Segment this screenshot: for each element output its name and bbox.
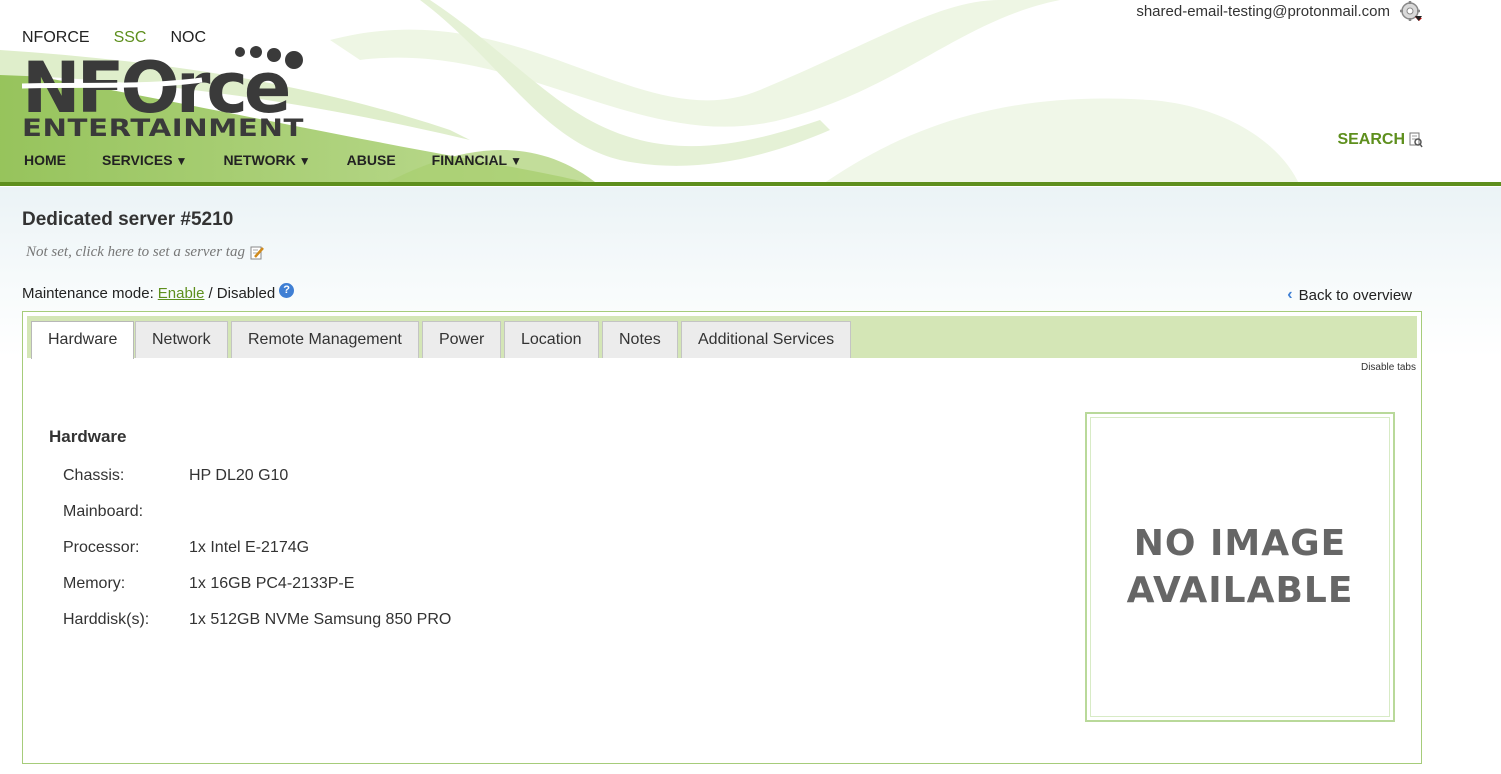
placeholder-frame: NO IMAGE AVAILABLE [1090,417,1390,717]
server-tag-editor[interactable]: Not set, click here to set a server tag [26,244,265,261]
hardware-label: Mainboard: [63,503,144,520]
nav-financial[interactable]: FINANCIAL ▼ [432,152,522,168]
maintenance-enable-link[interactable]: Enable [158,285,205,302]
top-site-links: NFORCE SSC NOC [22,29,206,47]
main-navigation: HOME SERVICES ▼ NETWORK ▼ ABUSE FINANCIAL ▼ [24,152,558,168]
hardware-value: 1x Intel E-2174G [189,539,310,556]
search-label: SEARCH [1337,131,1405,148]
hardware-value: 1x 16GB PC4-2133P-E [189,575,355,592]
hardware-section-title: Hardware [49,427,127,446]
maintenance-label: Maintenance mode: [22,285,154,302]
caret-down-icon: ▼ [298,154,311,168]
tab-additional-services[interactable]: Additional Services [681,321,852,358]
no-image-line1: NO IMAGE [1133,523,1347,564]
hardware-label: Chassis: [63,467,125,484]
top-link-ssc[interactable]: SSC [114,29,147,47]
hardware-label: Processor: [63,539,140,556]
hardware-value: HP DL20 G10 [189,467,289,484]
edit-pencil-icon [250,246,264,260]
hardware-row-chassis: Chassis: HP DL20 G10 [63,467,288,485]
tab-notes[interactable]: Notes [602,321,678,358]
settings-gear-icon[interactable] [1398,0,1424,24]
tab-hardware[interactable]: Hardware [31,321,135,359]
nav-financial-label: FINANCIAL [431,152,508,168]
nav-home[interactable]: HOME [24,152,66,168]
tab-power[interactable]: Power [422,321,502,358]
disable-tabs-link[interactable]: Disable tabs [1361,362,1416,373]
tab-location[interactable]: Location [504,321,599,358]
hardware-row-memory: Memory: 1x 16GB PC4-2133P-E [63,575,354,593]
nav-abuse[interactable]: ABUSE [347,152,396,168]
nav-services-label: SERVICES [102,152,173,168]
no-image-line2: AVAILABLE [1126,570,1354,611]
top-link-nforce[interactable]: NFORCE [22,29,90,47]
no-image-text: NO IMAGE AVAILABLE [1127,520,1354,614]
nav-network[interactable]: NETWORK ▼ [223,152,310,168]
svg-text:ENTERTAINMENT: ENTERTAINMENT [22,114,304,141]
help-icon[interactable]: ? [279,283,295,298]
server-tag-text: Not set, click here to set a server tag [26,244,245,260]
site-header: NFORCE SSC NOC shared-email-testing@prot… [0,0,1501,186]
hardware-label: Memory: [63,575,126,592]
hardware-row-processor: Processor: 1x Intel E-2174G [63,539,309,557]
nav-services[interactable]: SERVICES ▼ [102,152,187,168]
nav-home-label: HOME [24,152,66,168]
search-button[interactable]: SEARCH [1337,131,1423,149]
hardware-value: 1x 512GB NVMe Samsung 850 PRO [189,611,452,628]
server-image-placeholder: NO IMAGE AVAILABLE [1085,412,1395,722]
hardware-row-mainboard: Mainboard: [63,503,189,521]
header-divider [0,182,1501,186]
maintenance-mode: Maintenance mode: Enable / Disabled ? [22,283,295,302]
server-details-panel: Hardware Network Remote Management Power… [22,311,1422,764]
top-link-noc[interactable]: NOC [170,29,206,47]
caret-down-icon: ▼ [175,154,188,168]
nav-abuse-label: ABUSE [346,152,396,168]
user-email[interactable]: shared-email-testing@protonmail.com [1136,3,1390,20]
nforce-logo[interactable]: NFOrce ENTERTAINMENT [22,46,312,141]
caret-down-icon: ▼ [510,154,522,168]
maintenance-status: / Disabled [208,285,276,302]
chevron-left-icon: ‹ [1287,286,1293,303]
tab-bar: Hardware Network Remote Management Power… [27,316,1417,359]
tab-network[interactable]: Network [135,321,228,358]
tab-remote-management[interactable]: Remote Management [231,321,419,358]
main-content: Dedicated server #5210 Not set, click he… [0,187,1501,774]
back-label: Back to overview [1298,286,1412,304]
page-title: Dedicated server #5210 [22,209,234,230]
back-to-overview-link[interactable]: ‹ Back to overview [1287,286,1412,304]
hardware-row-harddisks: Harddisk(s): 1x 512GB NVMe Samsung 850 PR… [63,611,451,629]
hardware-label: Harddisk(s): [63,611,150,628]
search-document-icon [1409,132,1423,148]
nav-network-label: NETWORK [223,152,296,168]
